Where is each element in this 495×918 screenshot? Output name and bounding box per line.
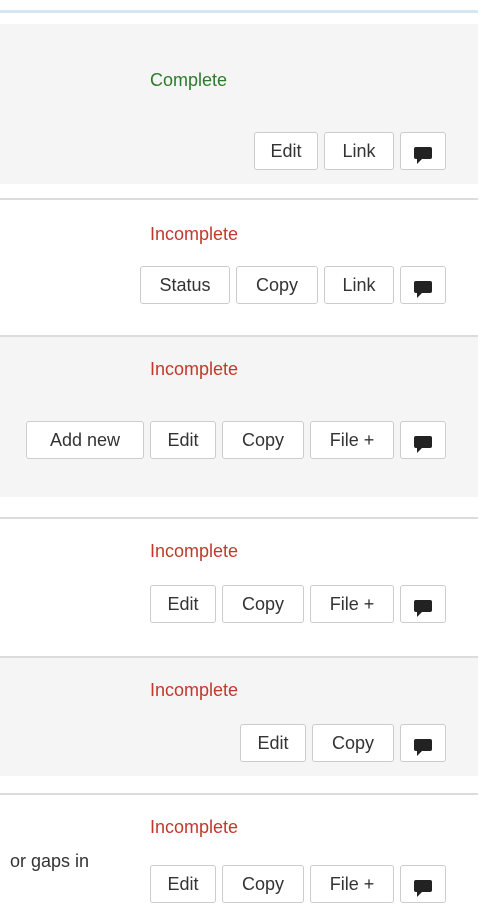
list-row: Complete Edit Link (0, 24, 478, 184)
edit-button[interactable]: Edit (150, 421, 216, 459)
file-plus-button[interactable]: File + (310, 865, 394, 903)
comment-button[interactable] (400, 421, 446, 459)
copy-button[interactable]: Copy (222, 585, 304, 623)
divider (0, 184, 478, 189)
divider (0, 776, 478, 781)
add-new-button[interactable]: Add new (26, 421, 144, 459)
comment-icon (414, 739, 432, 756)
divider (0, 497, 478, 502)
edit-button[interactable]: Edit (150, 865, 216, 903)
link-button[interactable]: Link (324, 132, 394, 170)
list-row: Incomplete Status Copy Link (0, 200, 478, 335)
status-button[interactable]: Status (140, 266, 230, 304)
comment-icon (414, 436, 432, 453)
edit-button[interactable]: Edit (150, 585, 216, 623)
file-plus-button[interactable]: File + (310, 421, 394, 459)
comment-icon (414, 147, 432, 164)
comment-button[interactable] (400, 132, 446, 170)
copy-button[interactable]: Copy (222, 421, 304, 459)
list-row: Incomplete Edit Copy (0, 658, 478, 776)
list-row: Incomplete Add new Edit Copy File + (0, 337, 478, 497)
list-row: Incomplete Edit Copy File + (0, 519, 478, 656)
comment-button[interactable] (400, 865, 446, 903)
comment-button[interactable] (400, 585, 446, 623)
comment-button[interactable] (400, 724, 446, 762)
copy-button[interactable]: Copy (236, 266, 318, 304)
edit-button[interactable]: Edit (240, 724, 306, 762)
status-label: Incomplete (150, 359, 239, 379)
status-label: Incomplete (150, 541, 239, 561)
top-border (0, 10, 478, 13)
list-row: Incomplete or gaps in Edit Copy File + (0, 795, 478, 918)
status-label: Incomplete (150, 680, 239, 700)
edit-button[interactable]: Edit (254, 132, 318, 170)
link-button[interactable]: Link (324, 266, 394, 304)
status-label: Complete (150, 70, 228, 90)
status-label: Incomplete (150, 224, 239, 244)
comment-button[interactable] (400, 266, 446, 304)
row-description: or gaps in (10, 851, 90, 871)
comment-icon (414, 600, 432, 617)
copy-button[interactable]: Copy (312, 724, 394, 762)
file-plus-button[interactable]: File + (310, 585, 394, 623)
comment-icon (414, 880, 432, 897)
copy-button[interactable]: Copy (222, 865, 304, 903)
status-label: Incomplete (150, 817, 239, 837)
comment-icon (414, 281, 432, 298)
